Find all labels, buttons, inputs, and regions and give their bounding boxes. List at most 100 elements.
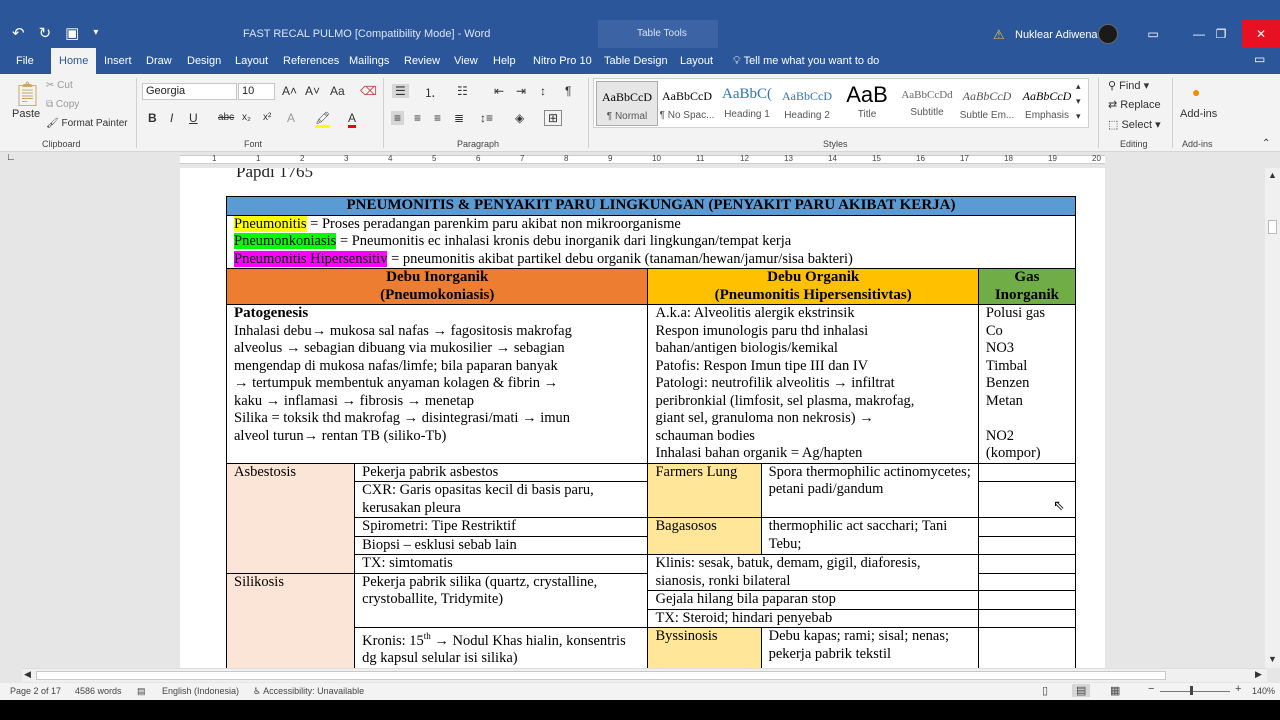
ribbon-display-icon[interactable]: ▭	[1130, 20, 1176, 48]
borders-icon[interactable]: ⊞	[544, 110, 563, 126]
customize-qat-icon[interactable]: ▾	[93, 27, 98, 42]
restore-button[interactable]: ❐	[1198, 20, 1244, 48]
grow-font-icon[interactable]: A˄	[282, 84, 297, 98]
paste-icon[interactable]: 📋︎	[12, 80, 42, 109]
tab-file[interactable]: File	[16, 55, 34, 67]
sort-icon[interactable]: ↕	[540, 84, 546, 98]
user-name[interactable]: Nuklear Adiwena	[1015, 29, 1098, 41]
text-effects-icon[interactable]: A	[287, 111, 295, 125]
scroll-up-icon[interactable]: ▲	[1268, 170, 1277, 180]
style-normal[interactable]: AaBbCcD ¶ Normal	[596, 81, 658, 126]
superscript-icon[interactable]: x²	[263, 112, 271, 123]
language[interactable]: English (Indonesia)	[162, 686, 239, 696]
scroll-left-icon[interactable]: ◀	[24, 669, 31, 680]
tab-layout[interactable]: Layout	[235, 55, 268, 67]
tab-draw[interactable]: Draw	[146, 55, 172, 67]
proofing-icon[interactable]: ▤	[137, 686, 146, 697]
undo-icon[interactable]: ↶	[12, 24, 25, 42]
show-marks-icon[interactable]: ¶	[565, 84, 571, 98]
zoom-slider[interactable]	[1160, 691, 1230, 692]
style-heading-1[interactable]: AaBbC(Heading 1	[716, 81, 778, 126]
style-heading-2[interactable]: AaBbCcD Heading 2	[776, 81, 838, 126]
horizontal-scroll-thumb[interactable]	[36, 671, 1166, 680]
web-layout-icon[interactable]: ▦	[1110, 684, 1120, 697]
style-no-spacing[interactable]: AaBbCcD ¶ No Spac...	[656, 81, 718, 126]
bold-icon[interactable]: B	[148, 111, 157, 125]
tab-insert[interactable]: Insert	[104, 55, 132, 67]
tab-table-design[interactable]: Table Design	[604, 55, 668, 67]
save-icon[interactable]: ▣	[65, 24, 79, 42]
comments-icon[interactable]: ▭	[1254, 52, 1265, 66]
change-case-icon[interactable]: Aa	[330, 84, 345, 98]
font-size-dropdown[interactable]: 10	[238, 83, 275, 100]
print-layout-icon[interactable]: ▤	[1072, 684, 1091, 697]
italic-icon[interactable]: I	[170, 111, 173, 125]
styles-scroll-up-icon[interactable]: ▴	[1076, 81, 1081, 92]
avatar[interactable]	[1098, 24, 1118, 44]
shrink-font-icon[interactable]: A˅	[305, 84, 320, 98]
vertical-scroll-thumb[interactable]	[1268, 220, 1277, 234]
font-color-icon[interactable]: A	[348, 111, 357, 128]
tab-help[interactable]: Help	[493, 55, 516, 67]
format-painter-button[interactable]: 🖌︎ Format Painter	[46, 118, 128, 129]
select-button[interactable]: ⬚ Select ▾	[1108, 118, 1161, 131]
zoom-out-icon[interactable]: −	[1148, 683, 1154, 695]
style-emphasis[interactable]: AaBbCcD Emphasis	[1016, 81, 1078, 126]
replace-button[interactable]: ⇄ Replace	[1108, 98, 1161, 111]
style-title[interactable]: AaB Title	[836, 81, 898, 126]
zoom-in-icon[interactable]: +	[1235, 683, 1241, 695]
redo-icon[interactable]: ↻	[39, 24, 52, 42]
word-count[interactable]: 4586 words	[75, 686, 122, 696]
cut-button[interactable]: ✂︎ Cut	[46, 80, 73, 91]
tab-home[interactable]: Home	[51, 48, 97, 74]
styles-scroll-down-icon[interactable]: ▾	[1076, 96, 1081, 107]
numbering-icon[interactable]: ⒈	[424, 84, 436, 101]
increase-indent-icon[interactable]: ⇥	[516, 84, 526, 98]
align-center-icon[interactable]: ≡	[414, 111, 421, 125]
page-count[interactable]: Page 2 of 17	[10, 686, 61, 696]
shading-icon[interactable]: ◈	[515, 111, 524, 125]
tab-selector-icon[interactable]: ∟	[6, 152, 16, 163]
horizontal-ruler[interactable]: 1 1 2 3 4 5 6 7 8 9 10 11 12 13 14 15 16 17 18 19 20	[180, 154, 1105, 164]
style-subtitle[interactable]: AaBbCcDd Subtitle	[896, 81, 958, 126]
collapse-ribbon-icon[interactable]: ⌃	[1262, 138, 1270, 149]
horizontal-scrollbar[interactable]: ◀ ▶	[22, 668, 1267, 682]
tab-view[interactable]: View	[454, 55, 478, 67]
strikethrough-icon[interactable]: abc	[218, 112, 234, 123]
align-left-icon[interactable]: ≡	[391, 111, 405, 125]
addins-button[interactable]: Add-ins	[1180, 108, 1217, 120]
content-table[interactable]: PNEUMONITIS & PENYAKIT PARU LINGKUNGAN (…	[225, 196, 1077, 668]
paste-button[interactable]: Paste	[12, 108, 40, 120]
tab-mailings[interactable]: Mailings	[349, 55, 389, 67]
addins-icon[interactable]: ●	[1192, 84, 1200, 100]
zoom-slider-thumb[interactable]	[1190, 686, 1193, 695]
read-mode-icon[interactable]: ▯	[1042, 684, 1048, 697]
style-subtle-emphasis[interactable]: AaBbCcD Subtle Em...	[956, 81, 1018, 126]
decrease-indent-icon[interactable]: ⇤	[494, 84, 504, 98]
multilevel-list-icon[interactable]: ☷	[457, 84, 468, 98]
vertical-scrollbar[interactable]: ▲ ▼	[1265, 168, 1280, 668]
tell-me-search[interactable]: 💡︎ Tell me what you want to do	[733, 55, 879, 68]
styles-more-icon[interactable]: ▾	[1076, 111, 1081, 122]
scroll-down-icon[interactable]: ▼	[1268, 654, 1277, 664]
subscript-icon[interactable]: x₂	[242, 112, 251, 123]
tab-design[interactable]: Design	[187, 55, 221, 67]
highlight-icon[interactable]: 🖍︎	[315, 111, 331, 128]
tab-references[interactable]: References	[283, 55, 339, 67]
tab-nitro[interactable]: Nitro Pro 10	[533, 55, 592, 67]
find-button[interactable]: ⚲ Find ▾	[1108, 79, 1149, 92]
document-page[interactable]: Papdi 1765 PNEUMONITIS & PENYAKIT PARU L…	[180, 168, 1105, 668]
justify-icon[interactable]: ≣	[454, 111, 464, 125]
warning-icon[interactable]: ⚠	[993, 27, 1005, 43]
copy-button[interactable]: ⧉ Copy	[46, 99, 79, 110]
tab-table-layout[interactable]: Layout	[680, 55, 713, 67]
scroll-right-icon[interactable]: ▶	[1255, 669, 1262, 680]
zoom-level[interactable]: 140%	[1252, 686, 1275, 696]
clear-formatting-icon[interactable]: ⌫	[360, 84, 377, 98]
underline-icon[interactable]: U	[189, 111, 198, 125]
accessibility-status[interactable]: ♿︎ Accessibility: Unavailable	[253, 686, 364, 697]
align-right-icon[interactable]: ≡	[434, 111, 441, 125]
bullets-icon[interactable]: ☰	[392, 84, 409, 98]
tab-review[interactable]: Review	[404, 55, 440, 67]
line-spacing-icon[interactable]: ↕≡	[480, 111, 493, 125]
